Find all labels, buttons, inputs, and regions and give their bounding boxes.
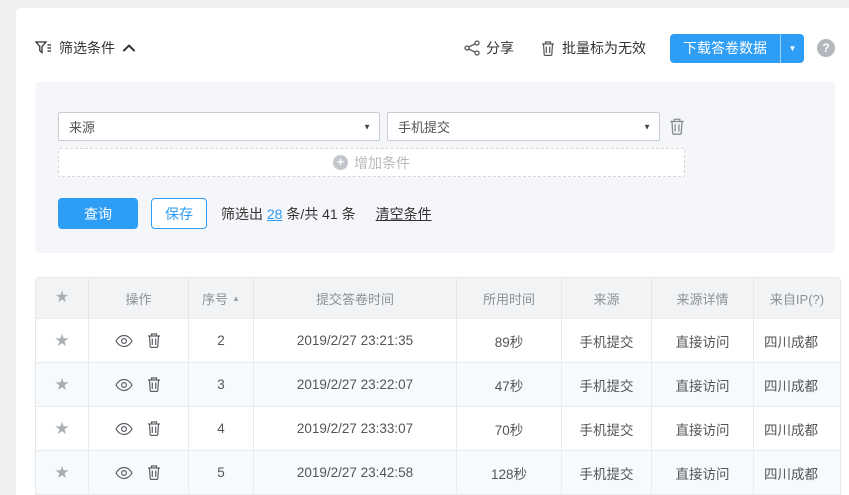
- filter-actions-row: 查询 保存 筛选出 28 条/共 41 条 清空条件: [58, 198, 835, 229]
- cell-source-detail: 直接访问: [651, 319, 753, 362]
- cell-submit-time: 2019/2/27 23:22:07: [253, 363, 456, 406]
- header-action: 操作: [88, 278, 188, 318]
- view-answer-button[interactable]: [115, 378, 133, 392]
- view-answer-button[interactable]: [115, 422, 133, 436]
- query-button[interactable]: 查询: [58, 198, 138, 229]
- clear-conditions-link[interactable]: 清空条件: [376, 204, 432, 224]
- download-options-caret[interactable]: ▼: [781, 34, 804, 63]
- cell-no: 2: [188, 319, 253, 362]
- action-cell: [88, 363, 188, 406]
- filter-collapse-toggle[interactable]: 筛选条件: [35, 38, 136, 58]
- cell-source-detail: 直接访问: [651, 451, 753, 494]
- cell-source-detail: 直接访问: [651, 363, 753, 406]
- trash-icon: [540, 40, 556, 57]
- toolbar-actions: 分享 批量标为无效 下载答卷数据 ▼ ?: [464, 34, 835, 63]
- share-button[interactable]: 分享: [464, 38, 514, 58]
- view-answer-button[interactable]: [115, 334, 133, 348]
- filter-funnel-icon: [35, 40, 52, 56]
- table-row: ★ 3 2019/2/27 23:22:07 47秒 手机提交 直接访问 四川成…: [36, 362, 840, 406]
- share-label: 分享: [486, 38, 514, 58]
- cell-submit-time: 2019/2/27 23:33:07: [253, 407, 456, 450]
- favorite-star-button[interactable]: ★: [54, 332, 69, 349]
- table-row: ★ 2 2019/2/27 23:21:35 89秒 手机提交 直接访问 四川成…: [36, 318, 840, 362]
- header-no-sortable[interactable]: 序号 ▲: [188, 278, 253, 318]
- batch-invalid-label: 批量标为无效: [562, 38, 646, 58]
- header-no-label: 序号: [202, 289, 228, 308]
- help-button[interactable]: ?: [817, 39, 835, 57]
- action-cell: [88, 451, 188, 494]
- cell-duration: 128秒: [456, 451, 561, 494]
- cell-source: 手机提交: [561, 407, 651, 450]
- cell-source-detail: 直接访问: [651, 407, 753, 450]
- delete-answer-button[interactable]: [146, 332, 162, 349]
- cell-source: 手机提交: [561, 451, 651, 494]
- content-card: 筛选条件 分享: [16, 8, 849, 495]
- add-condition-label: 增加条件: [354, 153, 410, 173]
- action-cell: [88, 319, 188, 362]
- batch-invalid-button[interactable]: 批量标为无效: [540, 38, 646, 58]
- header-ip: 来自IP(?): [753, 278, 840, 318]
- cell-submit-time: 2019/2/27 23:21:35: [253, 319, 456, 362]
- condition-row: 来源 ▼ 手机提交 ▼: [58, 112, 835, 141]
- sort-asc-icon: ▲: [232, 294, 240, 303]
- condition-value-value: 手机提交: [398, 117, 450, 136]
- delete-answer-button[interactable]: [146, 464, 162, 481]
- header-source-detail: 来源详情: [651, 278, 753, 318]
- download-split-button: 下载答卷数据 ▼: [670, 34, 804, 63]
- favorite-star-button[interactable]: ★: [54, 464, 69, 481]
- cell-ip: 四川成都: [753, 407, 840, 450]
- answers-table: ★ 操作 序号 ▲ 提交答卷时间 所用时间 来源 来源详情 来自IP(?) ★: [35, 277, 841, 495]
- share-nodes-icon: [464, 40, 480, 56]
- cell-ip: 四川成都: [753, 363, 840, 406]
- add-condition-button[interactable]: + 增加条件: [58, 148, 685, 177]
- action-cell: [88, 407, 188, 450]
- cell-source: 手机提交: [561, 363, 651, 406]
- cell-duration: 89秒: [456, 319, 561, 362]
- table-header-row: ★ 操作 序号 ▲ 提交答卷时间 所用时间 来源 来源详情 来自IP(?): [36, 278, 840, 318]
- condition-field-select[interactable]: 来源 ▼: [58, 112, 380, 141]
- chevron-up-icon: [122, 43, 136, 53]
- delete-answer-button[interactable]: [146, 420, 162, 437]
- star-column-header-icon[interactable]: ★: [55, 290, 69, 306]
- result-suffix: 条/共 41 条: [286, 206, 355, 222]
- filtered-count-link[interactable]: 28: [267, 206, 283, 222]
- filter-panel: 来源 ▼ 手机提交 ▼ + 增加条件 查询 保存 筛选出: [35, 82, 835, 253]
- header-source: 来源: [561, 278, 651, 318]
- header-duration: 所用时间: [456, 278, 561, 318]
- toolbar: 筛选条件 分享: [35, 33, 835, 63]
- download-answers-button[interactable]: 下载答卷数据: [670, 34, 781, 63]
- cell-no: 5: [188, 451, 253, 494]
- cell-duration: 47秒: [456, 363, 561, 406]
- favorite-star-button[interactable]: ★: [54, 376, 69, 393]
- cell-ip: 四川成都: [753, 451, 840, 494]
- cell-ip: 四川成都: [753, 319, 840, 362]
- select-caret-icon: ▼: [363, 122, 371, 131]
- cell-submit-time: 2019/2/27 23:42:58: [253, 451, 456, 494]
- result-prefix: 筛选出: [221, 206, 263, 222]
- plus-icon: +: [333, 155, 348, 170]
- view-answer-button[interactable]: [115, 466, 133, 480]
- table-row: ★ 5 2019/2/27 23:42:58 128秒 手机提交 直接访问 四川…: [36, 450, 840, 494]
- remove-condition-button[interactable]: [668, 117, 686, 136]
- condition-field-value: 来源: [69, 117, 95, 136]
- filter-panel-title: 筛选条件: [59, 38, 115, 58]
- table-body: ★ 2 2019/2/27 23:21:35 89秒 手机提交 直接访问 四川成…: [36, 318, 840, 494]
- result-summary: 筛选出 28 条/共 41 条: [221, 204, 356, 224]
- favorite-star-button[interactable]: ★: [54, 420, 69, 437]
- condition-value-select[interactable]: 手机提交 ▼: [387, 112, 660, 141]
- delete-answer-button[interactable]: [146, 376, 162, 393]
- cell-no: 4: [188, 407, 253, 450]
- cell-no: 3: [188, 363, 253, 406]
- cell-source: 手机提交: [561, 319, 651, 362]
- save-button[interactable]: 保存: [151, 198, 207, 229]
- header-submit-time: 提交答卷时间: [253, 278, 456, 318]
- select-caret-icon: ▼: [643, 122, 651, 131]
- cell-duration: 70秒: [456, 407, 561, 450]
- table-row: ★ 4 2019/2/27 23:33:07 70秒 手机提交 直接访问 四川成…: [36, 406, 840, 450]
